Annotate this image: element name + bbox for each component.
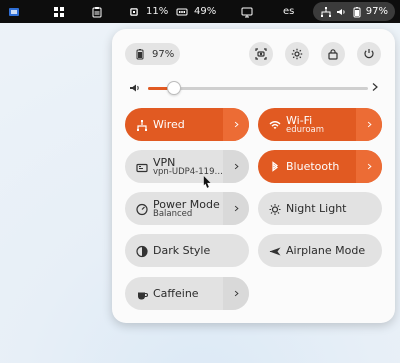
tile-wifi-title: Wi-Fi: [286, 113, 313, 127]
grid-icon: [53, 6, 65, 18]
tile-wifi[interactable]: Wi-Fi eduroam: [258, 108, 382, 141]
keyboard-layout-label: es: [283, 6, 295, 17]
tile-wired-title: Wired: [153, 117, 185, 131]
top-bar: 11% 49% es 97%: [0, 0, 400, 23]
tile-airplane-mode-title: Airplane Mode: [286, 243, 366, 257]
network-wired-icon: [135, 118, 148, 131]
lock-icon: [326, 47, 340, 61]
app-icon: [8, 6, 20, 18]
memory-indicator[interactable]: 49%: [176, 0, 216, 23]
tile-power-mode-subtitle: Balanced: [153, 208, 193, 219]
battery-status[interactable]: 97%: [125, 43, 180, 65]
network-wired-icon: [320, 6, 332, 18]
chevron-right-icon: [234, 205, 239, 212]
tile-airplane-mode-labels: Airplane Mode: [286, 245, 365, 257]
dark-style-icon: [135, 244, 148, 257]
tile-dark-style-labels: Dark Style: [153, 245, 210, 257]
gear-icon: [290, 47, 304, 61]
tile-caffeine[interactable]: Caffeine: [125, 277, 249, 310]
airplane-icon: [268, 244, 281, 257]
chevron-right-icon: [234, 163, 239, 170]
tile-wifi-subtitle: eduroam: [286, 124, 325, 135]
tile-wifi-labels: Wi-Fi eduroam: [286, 114, 324, 134]
screenshot-button[interactable]: [249, 42, 273, 66]
battery-percent: 97%: [152, 48, 175, 60]
tile-vpn-arrow[interactable]: [223, 150, 249, 183]
topbar-battery-percent: 97%: [365, 6, 388, 17]
tile-vpn-title: VPN: [153, 155, 176, 169]
tile-bluetooth[interactable]: Bluetooth: [258, 150, 382, 183]
clipboard-indicator[interactable]: [91, 0, 103, 23]
night-light-icon: [268, 202, 281, 215]
quick-settings-panel: 97% Wired Wi-Fi eduroam VPN vpn-UDP4-119…: [112, 29, 395, 323]
tile-power-mode-title: Power Mode: [153, 197, 220, 211]
chevron-right-icon: [234, 121, 239, 128]
tile-wired-labels: Wired: [153, 119, 185, 131]
workspace-indicator[interactable]: [53, 0, 65, 23]
keyboard-layout[interactable]: es: [283, 0, 294, 23]
volume-slider[interactable]: [128, 81, 380, 95]
system-menu-button[interactable]: 97%: [313, 2, 395, 21]
tile-wifi-arrow[interactable]: [356, 108, 382, 141]
power-mode-icon: [135, 202, 148, 215]
tile-power-mode-labels: Power Mode Balanced: [153, 198, 220, 218]
cpu-percent: 11%: [146, 6, 169, 17]
chevron-right-icon: [234, 290, 239, 297]
power-button[interactable]: [357, 42, 381, 66]
tile-caffeine-title: Caffeine: [153, 286, 199, 300]
tile-dark-style[interactable]: Dark Style: [125, 234, 249, 267]
tile-wired[interactable]: Wired: [125, 108, 249, 141]
chevron-right-icon: [367, 163, 372, 170]
bluetooth-icon: [268, 160, 281, 173]
tile-night-light-title: Night Light: [286, 201, 347, 215]
battery-icon: [351, 6, 363, 18]
screen-indicator[interactable]: [241, 0, 253, 23]
tile-caffeine-labels: Caffeine: [153, 288, 199, 300]
settings-button[interactable]: [285, 42, 309, 66]
tile-power-mode[interactable]: Power Mode Balanced: [125, 192, 249, 225]
tile-vpn[interactable]: VPN vpn-UDP4-119…: [125, 150, 249, 188]
clipboard-icon: [91, 6, 103, 18]
power-icon: [362, 47, 376, 61]
tile-bluetooth-labels: Bluetooth: [286, 161, 339, 173]
volume-icon: [128, 81, 142, 95]
tile-wired-arrow[interactable]: [223, 108, 249, 141]
tile-night-light-labels: Night Light: [286, 203, 347, 215]
tile-airplane-mode[interactable]: Airplane Mode: [258, 234, 382, 267]
mouse-cursor-icon: [203, 175, 213, 189]
chevron-right-icon: [367, 121, 372, 128]
tile-power-mode-arrow[interactable]: [223, 192, 249, 225]
memory-percent: 49%: [194, 6, 217, 17]
volume-icon: [335, 6, 347, 18]
tile-bluetooth-title: Bluetooth: [286, 159, 340, 173]
tile-vpn-labels: VPN vpn-UDP4-119…: [153, 156, 223, 176]
screenshot-icon: [254, 47, 268, 61]
app-indicator-blue[interactable]: [8, 0, 20, 23]
lock-button[interactable]: [321, 42, 345, 66]
vpn-icon: [135, 160, 148, 173]
wifi-icon: [268, 118, 281, 131]
tile-night-light[interactable]: Night Light: [258, 192, 382, 225]
monitor-icon: [241, 6, 253, 18]
battery-icon: [134, 48, 146, 60]
coffee-icon: [135, 287, 148, 300]
tile-caffeine-arrow[interactable]: [223, 277, 249, 310]
volume-knob[interactable]: [167, 81, 182, 95]
tile-bluetooth-arrow[interactable]: [356, 150, 382, 183]
cpu-indicator[interactable]: 11%: [128, 0, 168, 23]
chevron-right-icon[interactable]: [370, 82, 380, 92]
memory-icon: [176, 6, 188, 18]
cpu-icon: [128, 6, 140, 18]
tile-dark-style-title: Dark Style: [153, 243, 211, 257]
